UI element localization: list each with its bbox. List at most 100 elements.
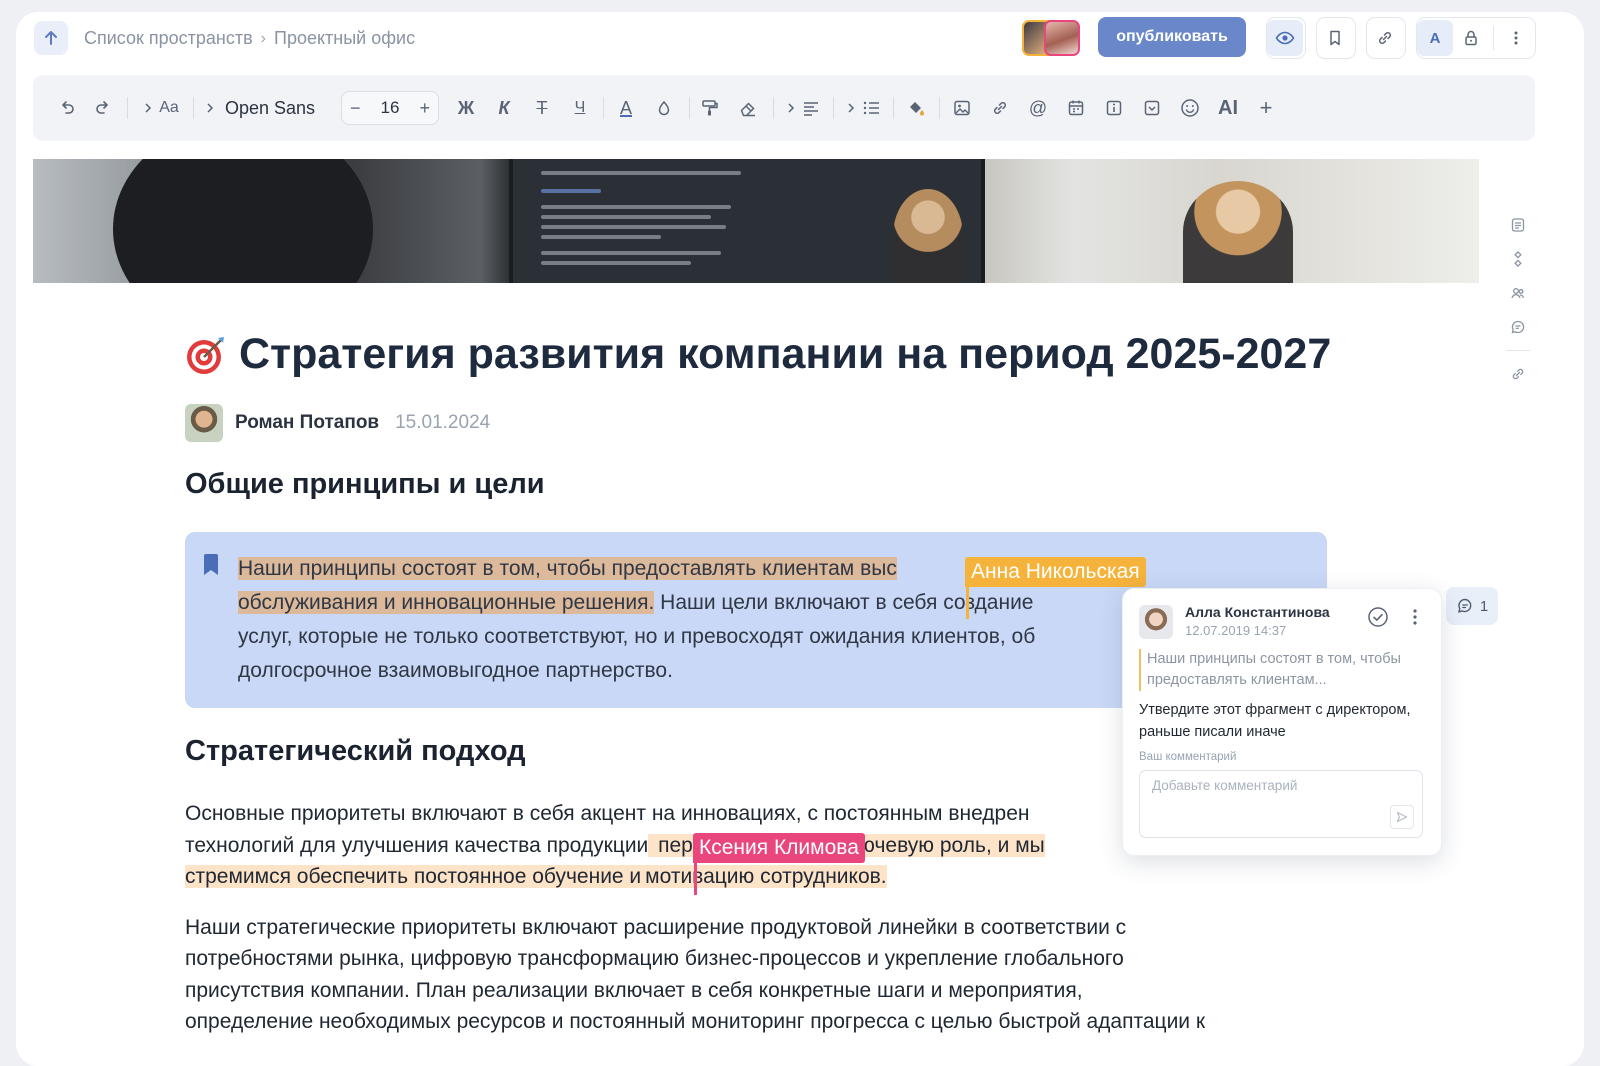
highlighted-text: Наши принципы состоят в том, чтобы предо… [238, 557, 897, 580]
insert-info-button[interactable] [1101, 75, 1127, 141]
insert-date-button[interactable] [1063, 75, 1089, 141]
comment-quote: Наши принципы состоят в том, чтобы предо… [1139, 649, 1427, 691]
text-size-dropdown[interactable]: Aa [135, 75, 187, 141]
comment-icon [1511, 320, 1525, 334]
collaborator-cursor-label: Ксения Климова [693, 833, 865, 863]
copy-link-button[interactable] [1367, 20, 1403, 56]
dropdown-icon [1144, 100, 1160, 116]
link-group [1366, 17, 1406, 59]
more-vertical-icon [1413, 609, 1417, 625]
clear-format-button[interactable] [735, 75, 761, 141]
lock-button[interactable] [1453, 20, 1489, 56]
comment-input-box[interactable] [1139, 770, 1423, 838]
comment-message: Утвердите этот фрагмент с директором, ра… [1139, 702, 1411, 740]
breadcrumb-item-spaces[interactable]: Список пространств [84, 28, 253, 49]
collaborator-cursor-label: Анна Никольская [965, 557, 1146, 587]
arrow-up-icon [45, 31, 57, 45]
resolve-comment-button[interactable] [1367, 606, 1389, 633]
chevron-right-icon [788, 103, 795, 113]
bold-button[interactable]: Ж [453, 75, 479, 141]
font-size-stepper[interactable]: − 16 + [341, 91, 439, 125]
author-info: Роман Потапов 15.01.2024 [185, 404, 490, 442]
fill-color-button[interactable] [903, 75, 929, 141]
comment-input[interactable] [1150, 777, 1404, 794]
bullet-list-icon [863, 101, 879, 115]
breadcrumb-item-project-office[interactable]: Проектный офис [274, 28, 415, 49]
font-family-dropdown[interactable]: Open Sans [201, 75, 335, 141]
callout-line: услуг, которые не только соответствуют, … [238, 625, 1036, 648]
preview-button[interactable] [1267, 20, 1303, 56]
highlight-button[interactable] [651, 75, 677, 141]
chevron-right-icon [207, 103, 214, 113]
more-button[interactable] [1498, 20, 1534, 56]
send-button[interactable] [1390, 805, 1414, 829]
insert-image-button[interactable] [949, 75, 975, 141]
links-button[interactable] [1504, 357, 1532, 391]
page-title[interactable]: Стратегия развития компании на период 20… [185, 330, 1331, 379]
paragraph-line: Основные приоритеты включают в себя акце… [185, 802, 1030, 825]
callout-line: Наши принципы состоят в том, чтобы предо… [238, 552, 897, 586]
strikethrough-button[interactable]: Т [529, 75, 555, 141]
redo-button[interactable] [89, 75, 117, 141]
author-name[interactable]: Роман Потапов [235, 412, 379, 434]
formatting-toolbar: Aa Open Sans − 16 + Ж К Т Ч A @ AI + [33, 75, 1535, 141]
lock-icon [1465, 30, 1477, 46]
text-size-icon: Aa [159, 99, 179, 116]
collaborator-cursor [694, 863, 697, 895]
ai-button[interactable]: AI [1213, 75, 1243, 141]
comment-count: 1 [1479, 597, 1489, 615]
comment-count-badge[interactable]: 1 [1446, 587, 1498, 625]
chevron-right-icon [145, 103, 152, 113]
plus-icon[interactable]: + [419, 98, 430, 119]
comments-panel-button[interactable] [1504, 310, 1532, 344]
comment-more-button[interactable] [1405, 606, 1425, 633]
font-size-value[interactable]: 16 [381, 98, 400, 118]
insert-dropdown-button[interactable] [1139, 75, 1165, 141]
collaborator-avatars[interactable] [1022, 20, 1080, 56]
paragraph-line: стремимся обеспечить постоянное обучение… [185, 861, 887, 893]
strikethrough-icon: Т [536, 97, 548, 118]
align-dropdown[interactable] [781, 75, 825, 141]
publish-button[interactable]: опубликовать [1098, 17, 1246, 57]
breadcrumb: Список пространств › Проектный офис [84, 28, 415, 49]
list-dropdown[interactable] [841, 75, 885, 141]
undo-button[interactable] [53, 75, 81, 141]
text-color-button[interactable]: A [613, 75, 639, 141]
participants-button[interactable] [1504, 276, 1532, 310]
text-span: Наши цели включают в [654, 591, 887, 614]
format-painter-button[interactable] [697, 75, 723, 141]
add-block-button[interactable]: + [1253, 75, 1279, 141]
widgets-button[interactable] [1504, 242, 1532, 276]
callout-line: долгосрочное взаимовыгодное партнерство. [238, 659, 673, 682]
app-window: Список пространств › Проектный офис опуб… [16, 12, 1584, 1066]
plus-icon: + [1259, 95, 1273, 120]
italic-icon: К [498, 97, 510, 118]
font-settings-button[interactable]: A [1417, 20, 1453, 56]
section-heading-strategy: Стратегический подход [185, 735, 526, 767]
view-group [1266, 17, 1306, 59]
outline-button[interactable] [1504, 208, 1532, 242]
text-span: себя создание [886, 591, 1034, 614]
comment-author-avatar[interactable] [1139, 605, 1173, 639]
avatar[interactable] [1044, 20, 1080, 56]
page-title-text: Стратегия развития компании на период 20… [239, 330, 1332, 378]
ai-icon: AI [1218, 96, 1238, 119]
up-arrow-button[interactable] [34, 21, 68, 55]
emoji-button[interactable] [1177, 75, 1203, 141]
underline-button[interactable]: Ч [567, 75, 593, 141]
italic-button[interactable]: К [491, 75, 517, 141]
check-circle-icon [1368, 607, 1388, 627]
undo-icon [62, 101, 74, 114]
author-avatar[interactable] [185, 404, 223, 442]
bookmark-group [1316, 17, 1356, 59]
minus-icon[interactable]: − [350, 98, 361, 119]
collaborator-cursor [966, 587, 969, 619]
link-icon [993, 101, 1007, 115]
insert-link-button[interactable] [987, 75, 1013, 141]
comment-input-label: Ваш комментарий [1139, 751, 1237, 763]
text-span: технологий для улучшения качества продук… [185, 834, 649, 857]
cover-image [33, 159, 1479, 283]
info-icon [1106, 100, 1122, 116]
bookmark-button[interactable] [1317, 20, 1353, 56]
mention-button[interactable]: @ [1025, 75, 1051, 141]
